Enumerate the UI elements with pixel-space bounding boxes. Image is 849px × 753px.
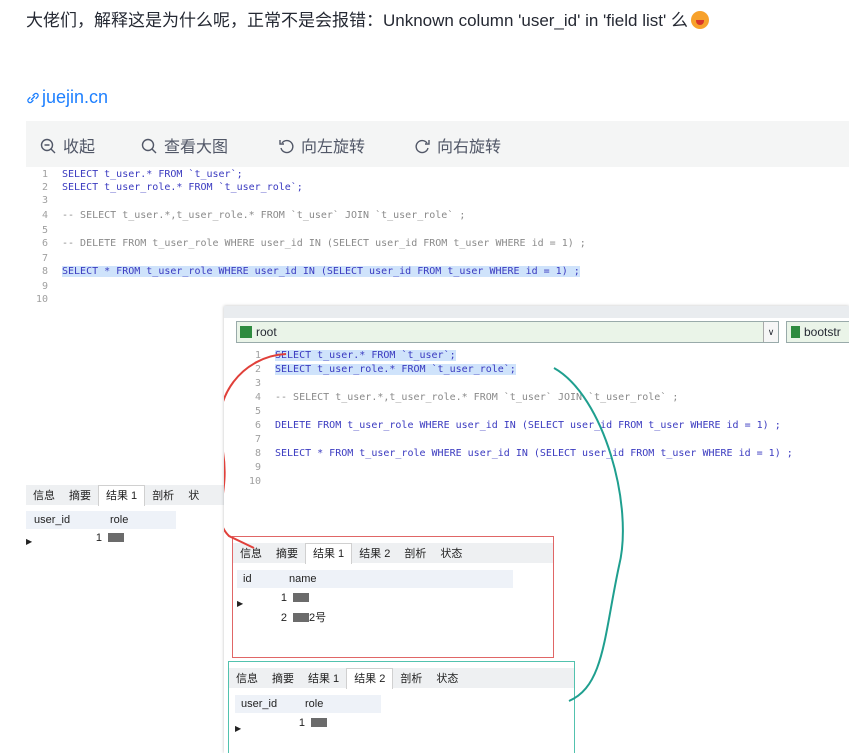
- tab-status[interactable]: 状: [181, 486, 206, 506]
- question-text: 大佬们，解释这是为什么呢，正常不是会报错：Unknown column 'use…: [26, 6, 709, 31]
- rotate-left-label: 向左旋转: [301, 139, 366, 156]
- teal-annotation-stroke: [553, 367, 624, 702]
- code-line: 8 SELECT * FROM t_user_role WHERE user_id…: [41, 266, 580, 277]
- table-row[interactable]: ▶ 1: [26, 529, 176, 547]
- rotate-left-icon: [279, 139, 294, 154]
- code-line: 6 -- DELETE FROM t_user_role WHERE user_i…: [41, 238, 586, 249]
- query-window: root ∨ bootstr 1 SELECT t_user.* FROM `t_…: [224, 306, 849, 753]
- code-line: 4 -- SELECT t_user.*,t_user_role.* FROM `…: [41, 210, 466, 221]
- code-line: 2 SELECT t_user_role.* FROM `t_user_role`…: [41, 182, 303, 193]
- tab-summary[interactable]: 摘要: [62, 486, 98, 506]
- red-annotation-stroke: [224, 353, 287, 549]
- screenshot-viewer: 收起 查看大图 向左旋转 向右旋转 1 SELECT t_user.* FROM …: [26, 121, 849, 753]
- tab-result-1[interactable]: 结果 1: [98, 485, 146, 506]
- rotate-right-label: 向右旋转: [437, 139, 502, 156]
- zoom-out-icon: [40, 138, 56, 154]
- column-header[interactable]: role: [110, 514, 128, 526]
- rotate-left-button[interactable]: 向左旋转: [278, 133, 365, 157]
- annotation-overlay: [224, 353, 624, 702]
- tab-profile[interactable]: 剖析: [145, 486, 181, 506]
- code-line: 5: [41, 225, 48, 236]
- source-link[interactable]: juejin.cn: [26, 87, 108, 108]
- view-large-button[interactable]: 查看大图: [141, 133, 228, 157]
- rotate-right-icon: [415, 139, 430, 154]
- result-grid-main: user_id role ▶ 1: [26, 511, 176, 547]
- code-line: 3: [41, 195, 48, 206]
- code-line: 1 SELECT t_user.* FROM `t_user`;: [41, 169, 243, 180]
- collapse-button[interactable]: 收起: [40, 133, 95, 157]
- image-toolbar: 收起 查看大图 向左旋转 向右旋转: [26, 121, 849, 167]
- code-line: 10: [35, 294, 48, 305]
- code-line: 7: [41, 253, 48, 264]
- link-icon: [27, 92, 39, 104]
- question-body: 大佬们，解释这是为什么呢，正常不是会报错：Unknown column 'use…: [26, 11, 688, 30]
- table-cell: 1: [95, 532, 102, 544]
- emoji-icon: [690, 11, 709, 29]
- tab-info[interactable]: 信息: [26, 486, 62, 506]
- column-header[interactable]: user_id: [26, 511, 110, 529]
- result-tabs-main: 信息 摘要 结果 1 剖析状: [26, 485, 224, 506]
- collapse-label: 收起: [63, 139, 96, 156]
- rotate-right-button[interactable]: 向右旋转: [414, 133, 501, 157]
- view-large-label: 查看大图: [164, 139, 229, 156]
- search-icon: [141, 138, 157, 154]
- link-label: juejin.cn: [42, 87, 109, 107]
- blurred-cell: [108, 533, 124, 542]
- code-line: 9: [41, 281, 48, 292]
